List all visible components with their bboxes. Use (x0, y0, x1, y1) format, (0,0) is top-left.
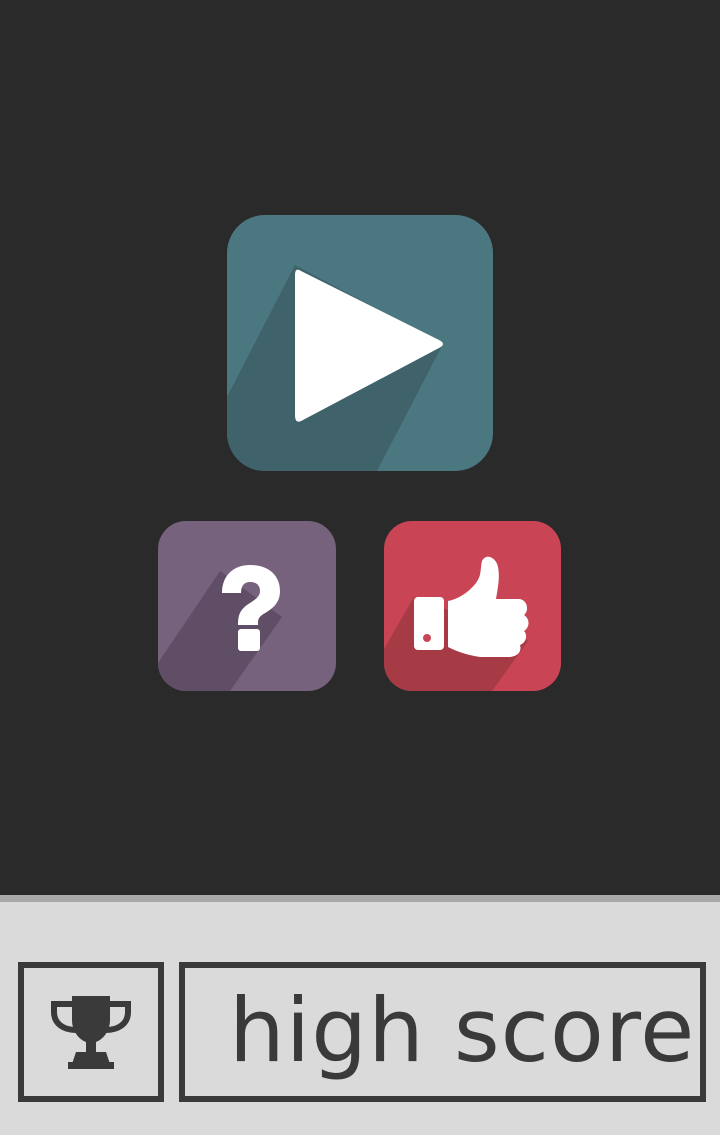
high-score-button[interactable]: high score (179, 962, 706, 1102)
main-menu (0, 0, 720, 895)
rate-button[interactable] (384, 521, 561, 691)
thumbs-up-icon (384, 556, 529, 691)
trophy-button[interactable] (18, 962, 164, 1102)
high-score-label: high score (229, 979, 696, 1082)
question-mark-icon (158, 565, 282, 691)
help-button[interactable] (158, 521, 336, 691)
trophy-icon (51, 996, 131, 1069)
play-icon (227, 265, 443, 471)
bottom-bar: high score (0, 895, 720, 1135)
play-button[interactable] (227, 215, 493, 471)
